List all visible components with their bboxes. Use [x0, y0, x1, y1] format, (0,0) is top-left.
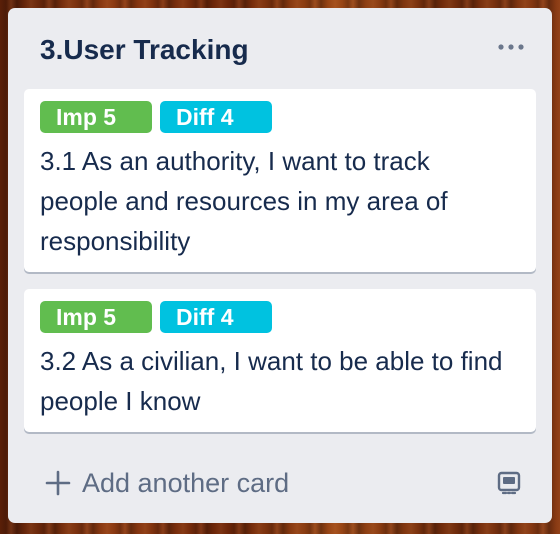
card-composer: Add another card: [24, 458, 536, 508]
add-card-label: Add another card: [82, 467, 290, 498]
label-importance[interactable]: Imp 5: [40, 301, 152, 333]
card[interactable]: Imp 5 Diff 4 3.2 As a civilian, I want t…: [24, 289, 536, 432]
label-difficulty[interactable]: Diff 4: [160, 101, 272, 133]
list-title[interactable]: 3.User Tracking: [40, 34, 249, 66]
ellipsis-icon: [498, 44, 524, 50]
list-header: 3.User Tracking: [8, 8, 552, 92]
card-template-icon: [497, 471, 521, 495]
plus-icon: [45, 470, 71, 496]
create-from-template-button[interactable]: [494, 467, 524, 497]
label-importance[interactable]: Imp 5: [40, 101, 152, 133]
label-difficulty[interactable]: Diff 4: [160, 301, 272, 333]
list-menu-button[interactable]: [496, 36, 526, 58]
add-card-button[interactable]: Add another card: [44, 465, 289, 501]
card[interactable]: Imp 5 Diff 4 3.1 As an authority, I want…: [24, 89, 536, 272]
card-title: 3.2 As a civilian, I want to be able to …: [40, 346, 503, 416]
card-title: 3.1 As an authority, I want to track peo…: [40, 146, 448, 256]
list: 3.User Tracking Imp 5 Diff 4 3.1 As an a…: [8, 8, 552, 523]
